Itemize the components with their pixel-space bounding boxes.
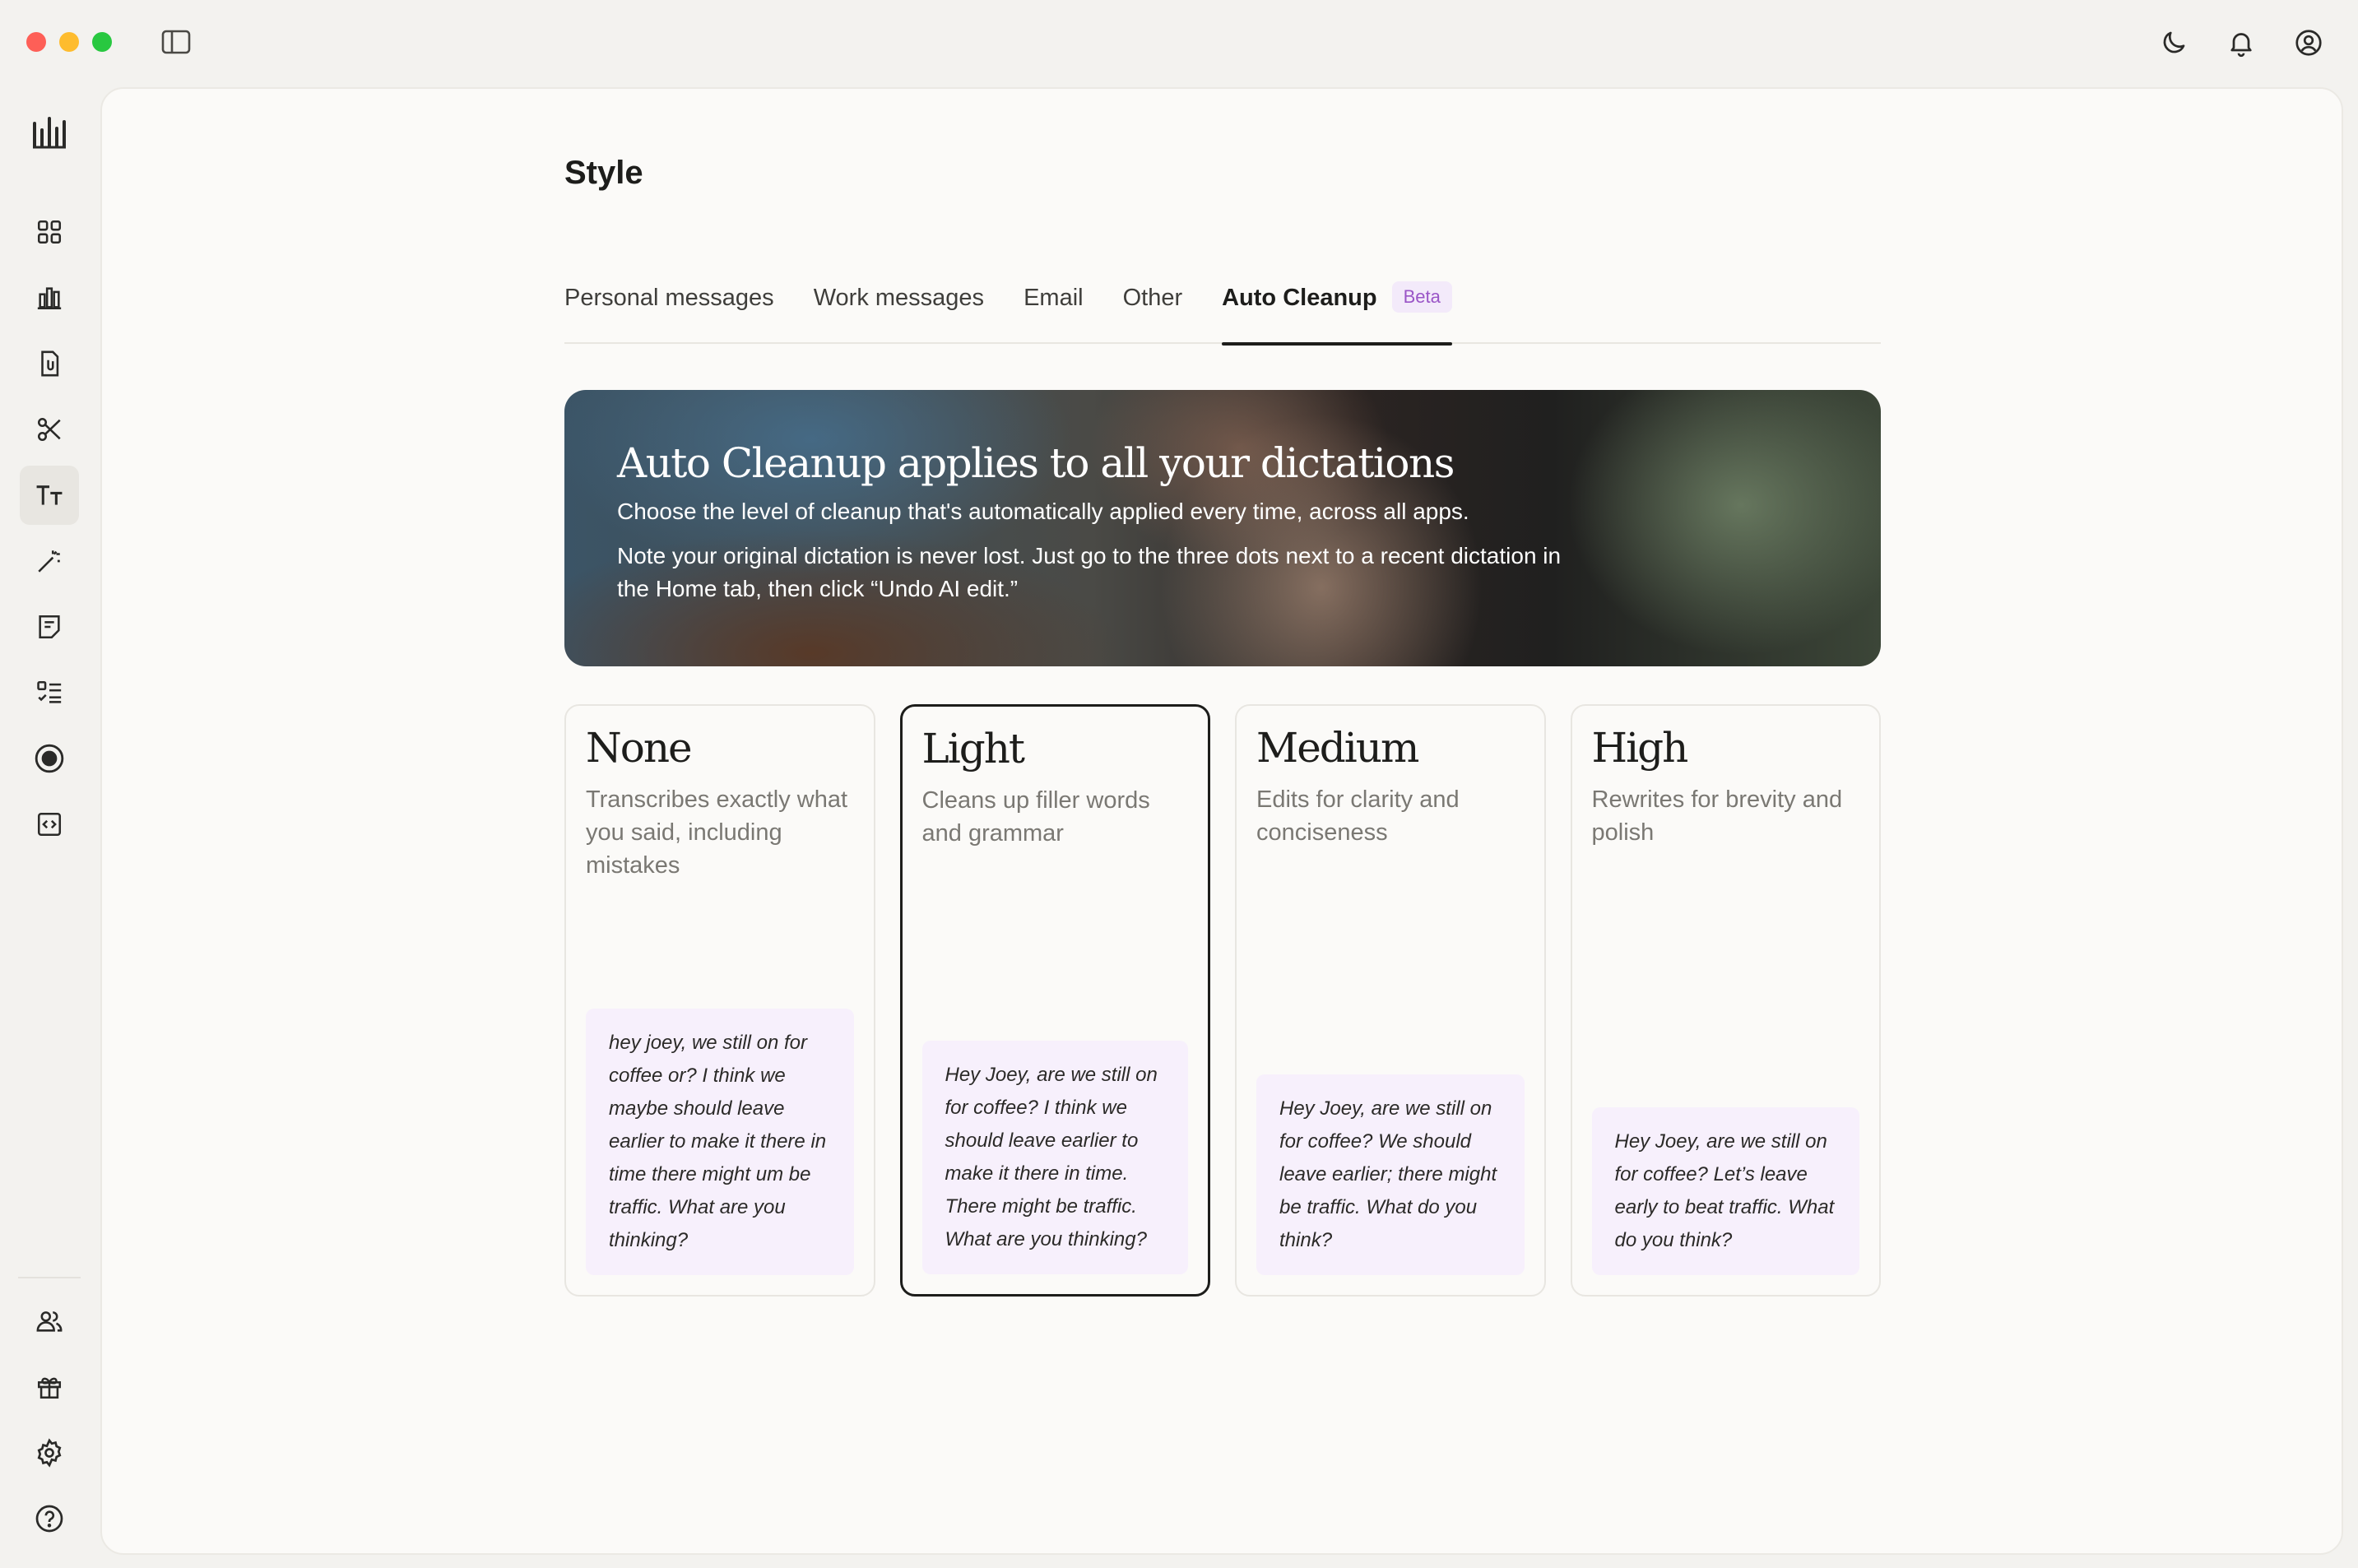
gift-icon[interactable]: [20, 1357, 79, 1417]
level-example: hey joey, we still on for coffee or? I t…: [586, 1009, 854, 1275]
text-style-icon[interactable]: [20, 466, 79, 525]
tab-auto-cleanup-label: Auto Cleanup: [1222, 285, 1377, 311]
waveform-logo[interactable]: [31, 114, 67, 150]
main-panel: Style Personal messages Work messages Em…: [100, 87, 2343, 1555]
left-rail: [0, 0, 100, 1568]
banner-title: Auto Cleanup applies to all your dictati…: [617, 439, 1455, 487]
style-tabs: Personal messages Work messages Email Ot…: [564, 278, 1881, 346]
level-card-light[interactable]: Light Cleans up filler words and grammar…: [899, 704, 1210, 1297]
rail-divider: [18, 1277, 81, 1278]
moon-icon[interactable]: [2157, 26, 2190, 59]
magic-wand-icon[interactable]: [20, 531, 79, 591]
document-icon[interactable]: [20, 334, 79, 393]
bell-icon[interactable]: [2225, 26, 2258, 59]
auto-cleanup-banner: Auto Cleanup applies to all your dictati…: [564, 390, 1881, 666]
banner-description: Choose the level of cleanup that's autom…: [617, 499, 1469, 524]
help-icon[interactable]: [20, 1489, 79, 1548]
sidebar-toggle-icon[interactable]: [161, 29, 191, 55]
beta-badge: Beta: [1391, 281, 1452, 313]
tab-auto-cleanup[interactable]: Auto Cleanup Beta: [1222, 278, 1452, 346]
scissors-icon[interactable]: [20, 400, 79, 459]
settings-icon[interactable]: [20, 1423, 79, 1482]
level-example: Hey Joey, are we still on for coffee? We…: [1256, 1074, 1525, 1275]
level-title: Light: [921, 725, 1025, 772]
level-description: Rewrites for brevity and polish: [1591, 786, 1843, 846]
record-icon[interactable]: [20, 729, 79, 788]
code-icon[interactable]: [20, 795, 79, 854]
people-icon[interactable]: [20, 1292, 79, 1351]
level-title: None: [586, 724, 693, 772]
checklist-icon[interactable]: [20, 663, 79, 722]
level-card-high[interactable]: High Rewrites for brevity and polish Hey…: [1570, 704, 1881, 1297]
page-title: Style: [564, 155, 643, 191]
bar-chart-icon[interactable]: [20, 268, 79, 327]
level-title: Medium: [1256, 724, 1419, 772]
tab-work-messages[interactable]: Work messages: [814, 278, 984, 344]
level-description: Edits for clarity and conciseness: [1256, 786, 1460, 846]
account-icon[interactable]: [2292, 26, 2325, 59]
style-page: Style Personal messages Work messages Em…: [564, 155, 1881, 1297]
banner-note: Note your original dictation is never lo…: [617, 543, 1562, 601]
level-card-none[interactable]: None Transcribes exactly what you said, …: [564, 704, 875, 1297]
tab-email[interactable]: Email: [1024, 278, 1084, 344]
level-example: Hey Joey, are we still on for coffee? Le…: [1591, 1107, 1859, 1275]
level-description: Transcribes exactly what you said, inclu…: [586, 786, 848, 879]
tab-personal-messages[interactable]: Personal messages: [564, 278, 774, 344]
note-icon[interactable]: [20, 597, 79, 656]
level-title: High: [1591, 724, 1689, 772]
grid-icon[interactable]: [20, 202, 79, 262]
level-description: Cleans up filler words and grammar: [921, 787, 1150, 847]
level-card-medium[interactable]: Medium Edits for clarity and conciseness…: [1235, 704, 1546, 1297]
level-example: Hey Joey, are we still on for coffee? I …: [921, 1041, 1188, 1274]
tab-other[interactable]: Other: [1123, 278, 1183, 344]
top-right-actions: [2157, 26, 2325, 59]
cleanup-level-options: None Transcribes exactly what you said, …: [564, 704, 1881, 1297]
